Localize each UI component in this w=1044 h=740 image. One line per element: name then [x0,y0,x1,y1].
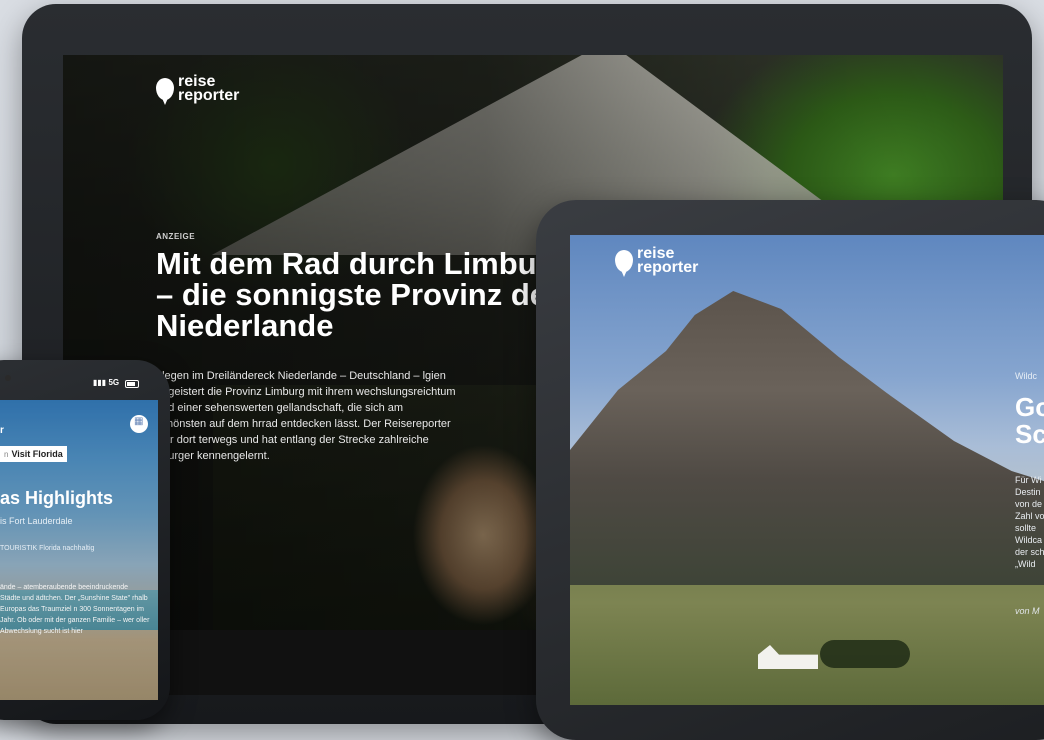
sponsor-badge[interactable]: n Visit Florida [0,446,67,462]
location-pin-icon [156,77,174,105]
phone-credit: TOURISTIK Florida nachhaltig [0,545,95,552]
phone-subtitle: is Fort Lauderdale [0,516,73,526]
tablet-author: von M [1015,606,1040,616]
tablet-kicker: Wildc [1015,371,1037,381]
tablet-screen [570,235,1044,705]
reisereporter-logo-tablet[interactable]: reise reporter [615,246,699,277]
signal-status: ▮▮▮ 5G [93,378,120,387]
badge-prefix: n [4,449,9,459]
battery-icon [125,380,139,388]
phone-article-intro: ände – atemberaubende beeindruckende Stä… [0,584,150,635]
camera-dot [5,375,11,381]
logo-line-2: reporter [178,86,240,104]
phone-logo-fragment: r [0,425,4,436]
reisereporter-logo[interactable]: reise reporter [156,74,240,105]
ad-label: ANZEIGE [156,232,196,241]
tablet-article-intro: Für Wi Destin von de Zahl vo sollte Wild… [1015,475,1044,569]
menu-grid-icon[interactable] [130,415,148,433]
trees-photo [820,640,910,668]
tablet-article-title: Go Sc [1015,394,1044,448]
article-title: Mit dem Rad durch Limburg – die sonnigst… [156,246,568,343]
article-intro: elegen im Dreiländereck Niederlande – De… [156,370,456,462]
phone-article-title: as Highlights [0,488,114,508]
location-pin-icon [615,249,633,277]
logo-line-2: reporter [637,258,699,276]
badge-label: Visit Florida [11,449,63,459]
